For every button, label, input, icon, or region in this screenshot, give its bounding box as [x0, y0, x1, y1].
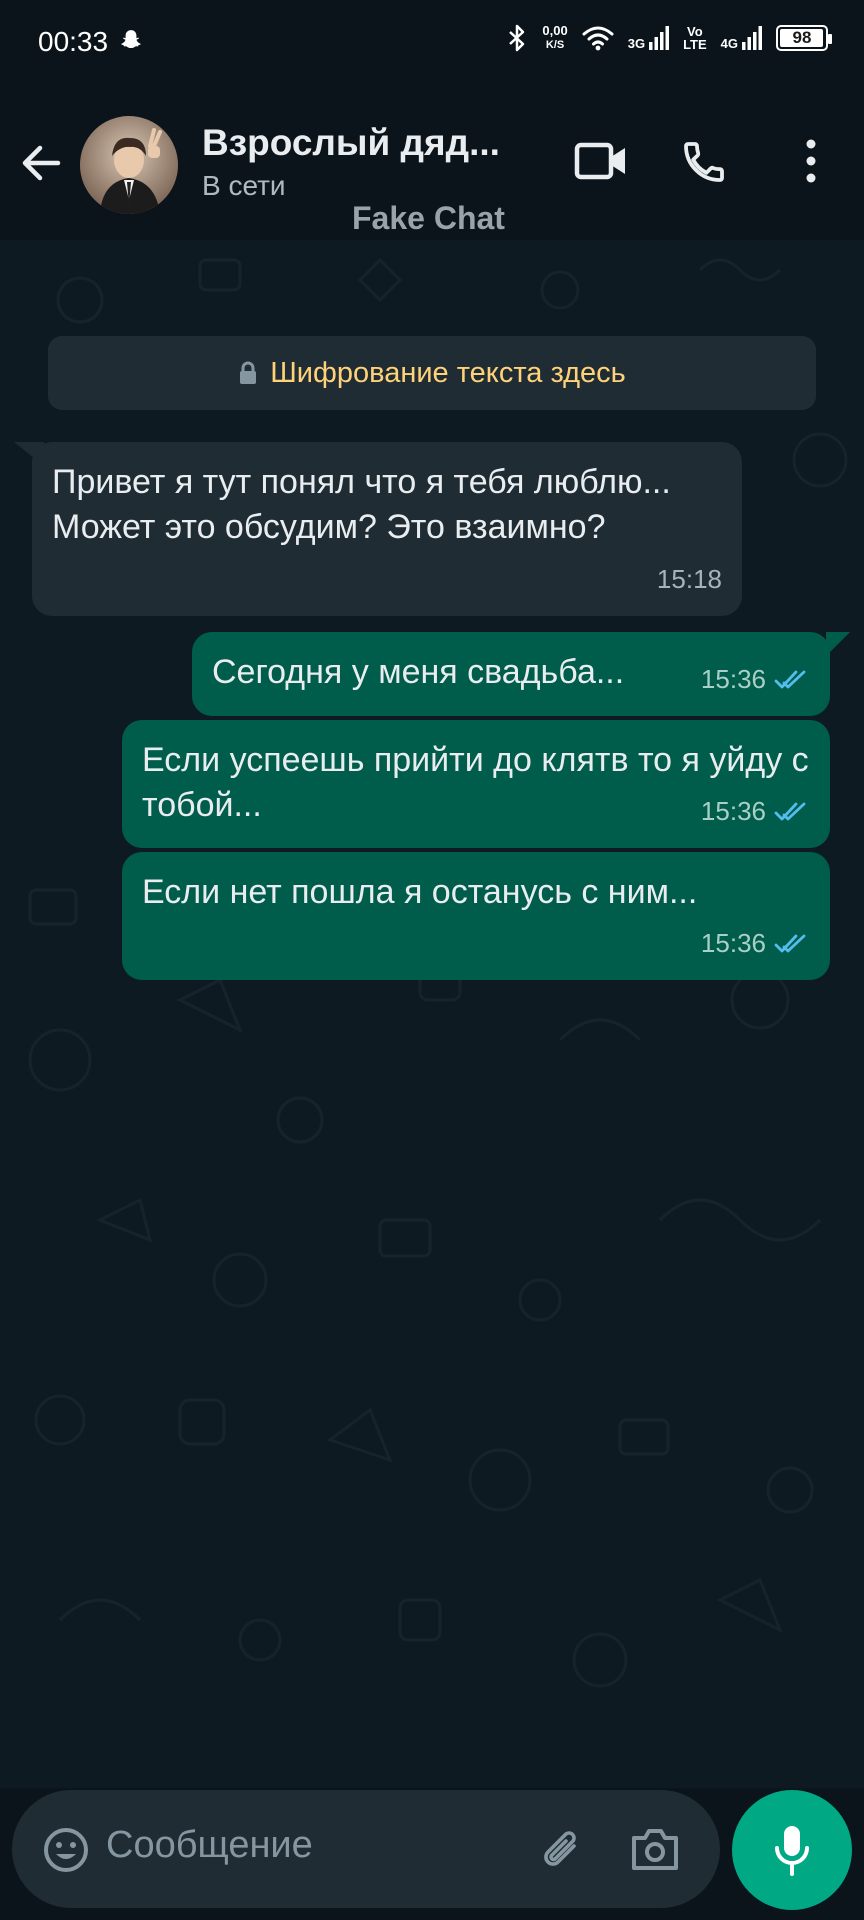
- arrow-left-icon[interactable]: [18, 140, 64, 186]
- status-bar: 00:33 0,00 K/S 3G Vo LTE 4G 98: [0, 0, 864, 88]
- net-speed-value: 0,00: [542, 23, 568, 38]
- bluetooth-icon: [509, 24, 525, 52]
- top-bar: 00:33 0,00 K/S 3G Vo LTE 4G 98 Взрослый …: [0, 0, 864, 240]
- signal-bars-icon: [742, 26, 762, 50]
- message-bubble-incoming[interactable]: Привет я тут понял что я тебя люблю... М…: [32, 442, 742, 616]
- message-input-placeholder: Сообщение: [106, 1824, 313, 1866]
- watermark: Fake Chat: [352, 200, 505, 236]
- message-time: 15:36: [700, 928, 766, 958]
- double-check-read-icon: [774, 670, 806, 688]
- lock-icon: [240, 361, 257, 384]
- message-meta: 15:36: [701, 657, 810, 702]
- signal-4g: 4G: [721, 26, 762, 50]
- network-4g-label: 4G: [720, 36, 738, 51]
- microphone-button[interactable]: [732, 1790, 852, 1910]
- battery-level: 98: [792, 28, 812, 47]
- message-text: Если нет пошла я останусь с ним...: [142, 873, 698, 911]
- contact-status: В сети: [202, 170, 286, 201]
- message-bubble-outgoing[interactable]: Если успеешь прийти до клятв то я уйду с…: [122, 720, 830, 848]
- message-bubble-outgoing[interactable]: Сегодня у меня свадьба... 15:36: [192, 632, 830, 716]
- more-vertical-icon[interactable]: [796, 138, 826, 184]
- camera-icon[interactable]: [630, 1826, 680, 1872]
- avatar-image: [80, 116, 178, 214]
- message-time: 15:36: [700, 796, 766, 826]
- snapchat-notification-icon: [121, 30, 141, 49]
- video-camera-icon[interactable]: [574, 140, 628, 182]
- message-time: 15:18: [656, 564, 722, 594]
- signal-3g: 3G: [627, 26, 670, 51]
- network-3g-label: 3G: [627, 36, 646, 51]
- double-check-read-icon: [774, 934, 806, 952]
- contact-name[interactable]: Взрослый дяд...: [202, 122, 522, 164]
- message-meta: 15:36: [701, 789, 810, 834]
- message-meta: 15:18: [657, 557, 722, 602]
- net-speed: 0,00 K/S: [542, 24, 567, 52]
- message-meta: 15:36: [701, 921, 810, 966]
- encryption-notice[interactable]: Шифрование текста здесь: [48, 336, 816, 410]
- double-check-read-icon: [774, 802, 806, 820]
- message-time: 15:36: [700, 664, 766, 694]
- status-icons: 0,00 K/S 3G Vo LTE 4G 98: [506, 24, 832, 52]
- wifi-icon: [582, 26, 614, 51]
- microphone-icon: [775, 1826, 809, 1876]
- input-bar: Сообщение: [0, 1788, 864, 1920]
- message-bubble-outgoing[interactable]: Если нет пошла я останусь с ним... 15:36: [122, 852, 830, 980]
- phone-icon[interactable]: [680, 138, 728, 186]
- signal-bars-icon: [649, 26, 670, 50]
- net-speed-unit: K/S: [545, 39, 565, 51]
- message-input[interactable]: Сообщение: [12, 1790, 720, 1908]
- chat-area[interactable]: Шифрование текста здесь Привет я тут пон…: [0, 240, 864, 1788]
- avatar[interactable]: [80, 116, 178, 214]
- volte-label: Vo LTE: [683, 25, 707, 51]
- chat-header: Взрослый дяд... В сети Fake Chat: [0, 88, 864, 240]
- encryption-text: Шифрование текста здесь: [270, 356, 626, 389]
- battery-icon: 98: [776, 25, 832, 51]
- message-text: Привет я тут понял что я тебя люблю... М…: [52, 463, 671, 546]
- status-time: 00:33: [38, 26, 109, 57]
- volte-bottom: LTE: [683, 37, 707, 52]
- emoji-icon[interactable]: [42, 1826, 90, 1874]
- paperclip-icon[interactable]: [538, 1826, 588, 1876]
